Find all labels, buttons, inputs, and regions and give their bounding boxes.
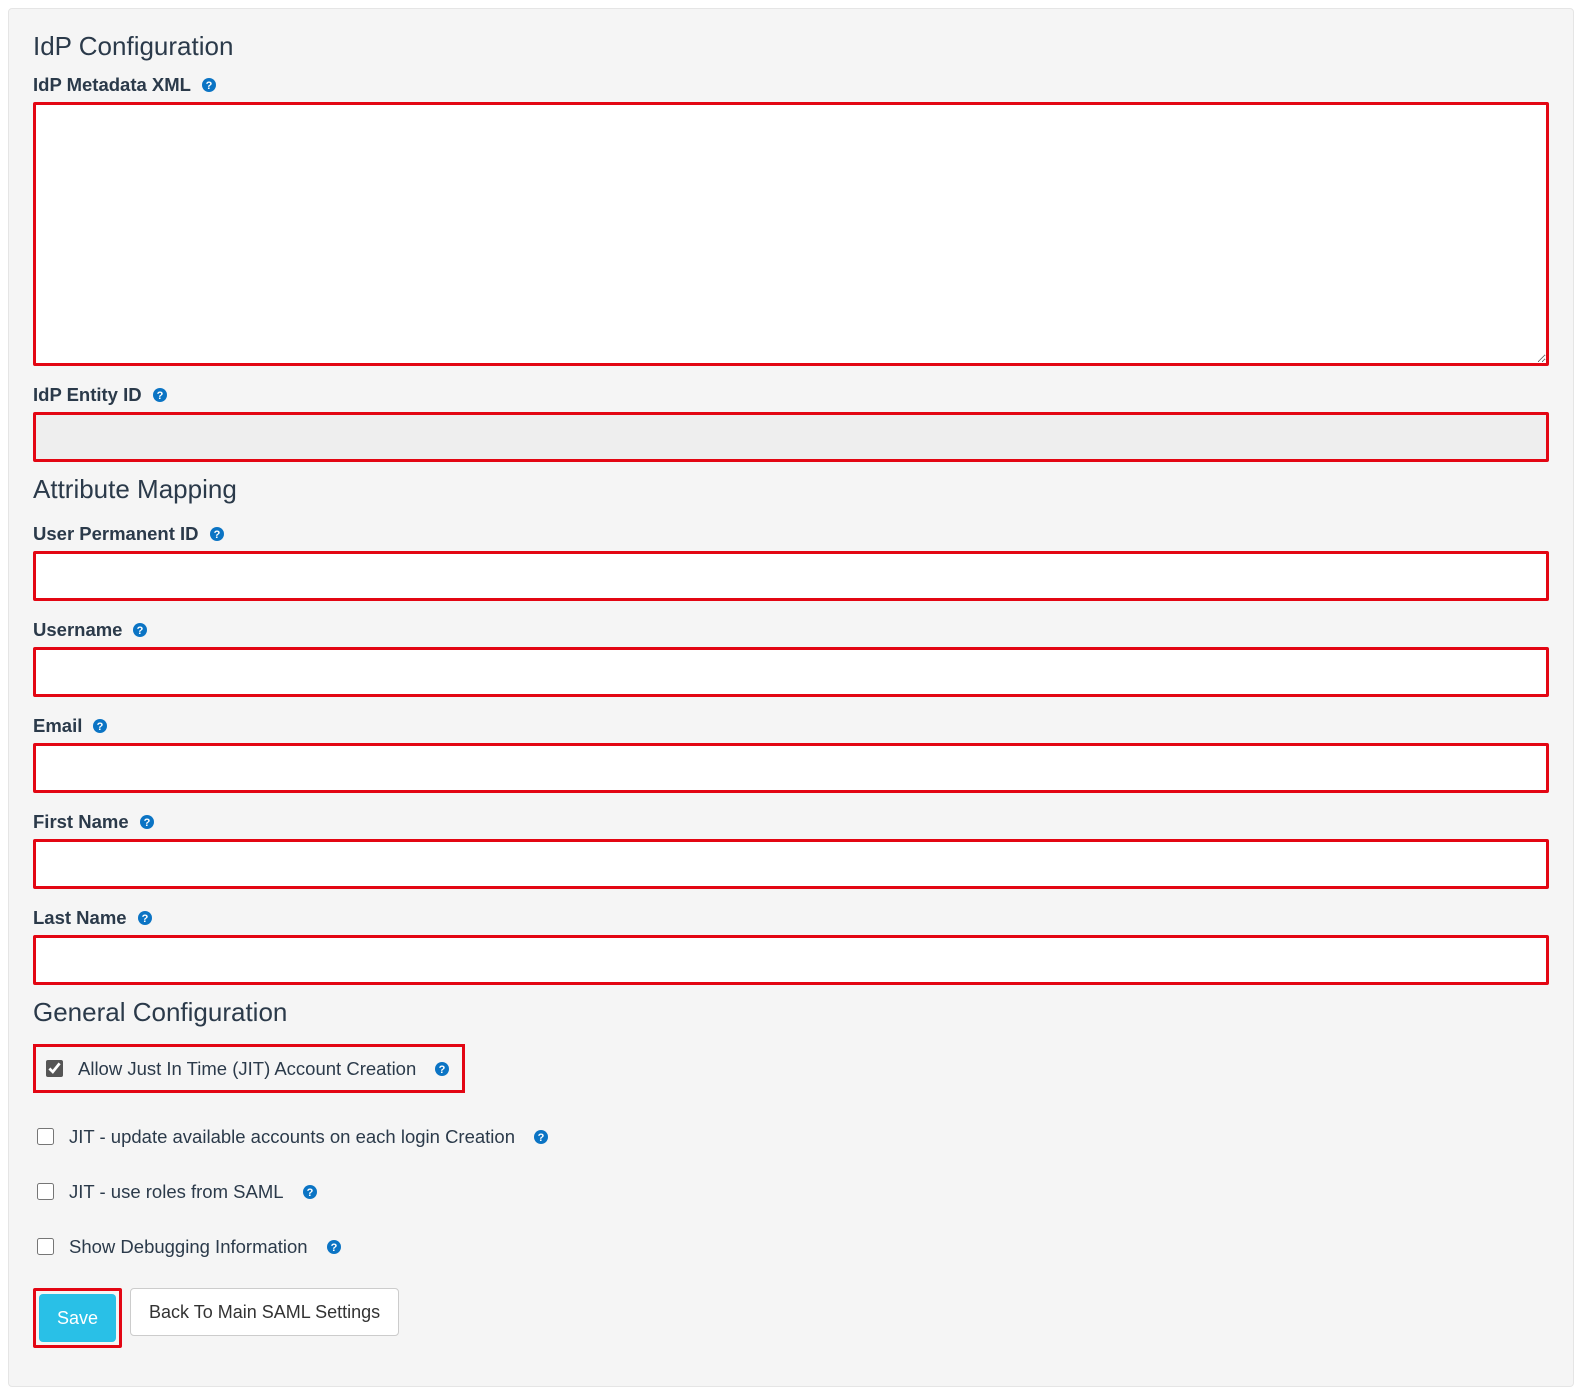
username-label: Username xyxy=(33,619,122,641)
first-name-input[interactable] xyxy=(33,839,1549,889)
saml-config-panel: IdP Configuration IdP Metadata XML IdP E… xyxy=(8,8,1574,1387)
jit-update-label: JIT - update available accounts on each … xyxy=(69,1126,515,1148)
idp-metadata-label: IdP Metadata XML xyxy=(33,74,191,96)
email-label-row: Email xyxy=(33,715,1549,737)
jit-roles-checkbox[interactable] xyxy=(37,1183,54,1200)
jit-roles-label: JIT - use roles from SAML xyxy=(69,1181,284,1203)
username-input[interactable] xyxy=(33,647,1549,697)
question-circle-icon[interactable] xyxy=(533,1129,549,1145)
question-circle-icon[interactable] xyxy=(302,1184,318,1200)
button-row: Save Back To Main SAML Settings xyxy=(33,1288,1549,1348)
debug-row: Show Debugging Information xyxy=(33,1235,1549,1258)
user-permanent-id-label: User Permanent ID xyxy=(33,523,199,545)
idp-entity-id-label: IdP Entity ID xyxy=(33,384,142,406)
user-permanent-id-label-row: User Permanent ID xyxy=(33,523,1549,545)
question-circle-icon[interactable] xyxy=(201,77,217,93)
idp-metadata-label-row: IdP Metadata XML xyxy=(33,74,1549,96)
section-title-attr: Attribute Mapping xyxy=(33,474,1549,505)
last-name-input[interactable] xyxy=(33,935,1549,985)
question-circle-icon[interactable] xyxy=(209,526,225,542)
section-title-general: General Configuration xyxy=(33,997,1549,1028)
debug-checkbox[interactable] xyxy=(37,1238,54,1255)
section-title-idp: IdP Configuration xyxy=(33,31,1549,62)
question-circle-icon[interactable] xyxy=(434,1061,450,1077)
last-name-label-row: Last Name xyxy=(33,907,1549,929)
jit-update-checkbox[interactable] xyxy=(37,1128,54,1145)
idp-entity-id-label-row: IdP Entity ID xyxy=(33,384,1549,406)
first-name-label: First Name xyxy=(33,811,129,833)
jit-roles-row: JIT - use roles from SAML xyxy=(33,1180,1549,1203)
user-permanent-id-input[interactable] xyxy=(33,551,1549,601)
jit-create-checkbox[interactable] xyxy=(46,1060,63,1077)
debug-label: Show Debugging Information xyxy=(69,1236,308,1258)
question-circle-icon[interactable] xyxy=(132,622,148,638)
first-name-label-row: First Name xyxy=(33,811,1549,833)
idp-metadata-xml-textarea[interactable] xyxy=(33,102,1549,366)
email-input[interactable] xyxy=(33,743,1549,793)
jit-create-label: Allow Just In Time (JIT) Account Creatio… xyxy=(78,1058,416,1080)
question-circle-icon[interactable] xyxy=(326,1239,342,1255)
question-circle-icon[interactable] xyxy=(92,718,108,734)
jit-update-row: JIT - update available accounts on each … xyxy=(33,1125,1549,1148)
idp-entity-id-input[interactable] xyxy=(33,412,1549,462)
last-name-label: Last Name xyxy=(33,907,127,929)
question-circle-icon[interactable] xyxy=(139,814,155,830)
save-button-highlight: Save xyxy=(33,1288,122,1348)
question-circle-icon[interactable] xyxy=(137,910,153,926)
save-button[interactable]: Save xyxy=(39,1294,116,1342)
jit-create-row: Allow Just In Time (JIT) Account Creatio… xyxy=(33,1044,465,1093)
question-circle-icon[interactable] xyxy=(152,387,168,403)
email-label: Email xyxy=(33,715,82,737)
back-to-main-button[interactable]: Back To Main SAML Settings xyxy=(130,1288,399,1336)
username-label-row: Username xyxy=(33,619,1549,641)
